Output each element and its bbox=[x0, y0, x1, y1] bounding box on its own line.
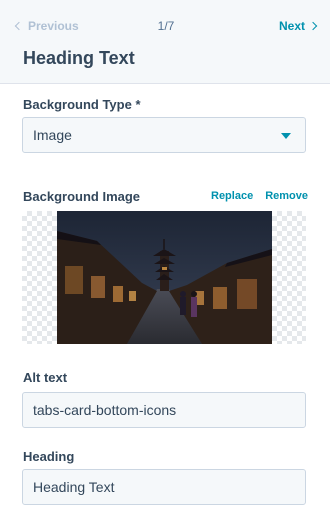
replace-link[interactable]: Replace bbox=[211, 190, 253, 202]
caret-down-icon bbox=[281, 133, 291, 139]
background-image-label: Background Image bbox=[23, 189, 141, 204]
background-image-preview[interactable] bbox=[22, 211, 306, 344]
next-label: Next bbox=[278, 19, 305, 33]
background-type-value: Image bbox=[33, 127, 72, 143]
street-photo bbox=[57, 211, 272, 344]
page-count: 1/7 bbox=[157, 19, 175, 33]
image-actions: Replace Remove bbox=[211, 190, 308, 202]
panel-header: Previous 1/7 Next Heading Text bbox=[0, 0, 330, 84]
alt-text-label: Alt text bbox=[23, 370, 68, 385]
pager: Previous 1/7 Next bbox=[14, 19, 318, 37]
background-type-label: Background Type * bbox=[23, 97, 141, 112]
panel-title: Heading Text bbox=[23, 48, 135, 68]
heading-value: Heading Text bbox=[33, 479, 115, 495]
background-type-select[interactable]: Image bbox=[22, 117, 306, 153]
alt-text-input[interactable]: tabs-card-bottom-icons bbox=[22, 392, 306, 428]
heading-label: Heading bbox=[23, 449, 75, 464]
chevron-right-icon bbox=[308, 21, 318, 31]
alt-text-value: tabs-card-bottom-icons bbox=[33, 402, 177, 418]
remove-link[interactable]: Remove bbox=[265, 190, 308, 202]
next-button[interactable]: Next bbox=[278, 19, 318, 33]
heading-input[interactable]: Heading Text bbox=[22, 469, 306, 505]
